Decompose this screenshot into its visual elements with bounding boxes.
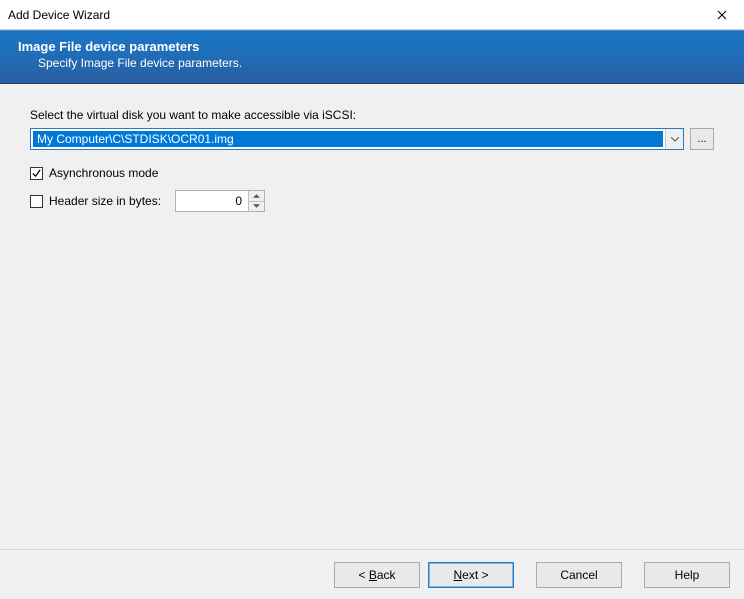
spinner-up-button[interactable] [249, 191, 264, 202]
async-mode-checkbox[interactable] [30, 167, 43, 180]
header-size-spinner[interactable]: 0 [175, 190, 265, 212]
chevron-up-icon [253, 194, 260, 198]
browse-button-label: ... [697, 133, 706, 145]
banner-heading: Image File device parameters [18, 39, 744, 54]
banner-subheading: Specify Image File device parameters. [18, 56, 744, 70]
disk-select-label: Select the virtual disk you want to make… [30, 108, 714, 122]
header-size-label: Header size in bytes: [49, 194, 161, 208]
header-size-checkbox[interactable] [30, 195, 43, 208]
async-mode-label: Asynchronous mode [49, 166, 158, 180]
help-button-label: Help [675, 568, 700, 582]
disk-path-combobox[interactable]: My Computer\C\STDISK\OCR01.img [30, 128, 684, 150]
close-button[interactable] [700, 0, 744, 29]
header-size-value: 0 [176, 191, 248, 211]
chevron-down-icon [671, 137, 679, 142]
browse-button[interactable]: ... [690, 128, 714, 150]
wizard-footer: < Back Next > Cancel Help [0, 549, 744, 599]
back-button[interactable]: < Back [334, 562, 420, 588]
window-title: Add Device Wizard [8, 8, 110, 22]
title-bar: Add Device Wizard [0, 0, 744, 30]
next-button[interactable]: Next > [428, 562, 514, 588]
disk-path-value: My Computer\C\STDISK\OCR01.img [33, 131, 663, 147]
wizard-banner: Image File device parameters Specify Ima… [0, 30, 744, 84]
checkmark-icon [32, 169, 41, 178]
content-area: Select the virtual disk you want to make… [0, 84, 744, 210]
spinner-down-button[interactable] [249, 202, 264, 212]
cancel-button[interactable]: Cancel [536, 562, 622, 588]
help-button[interactable]: Help [644, 562, 730, 588]
close-icon [717, 10, 727, 20]
chevron-down-icon [253, 204, 260, 208]
cancel-button-label: Cancel [560, 568, 597, 582]
combobox-dropdown-button[interactable] [665, 129, 683, 149]
